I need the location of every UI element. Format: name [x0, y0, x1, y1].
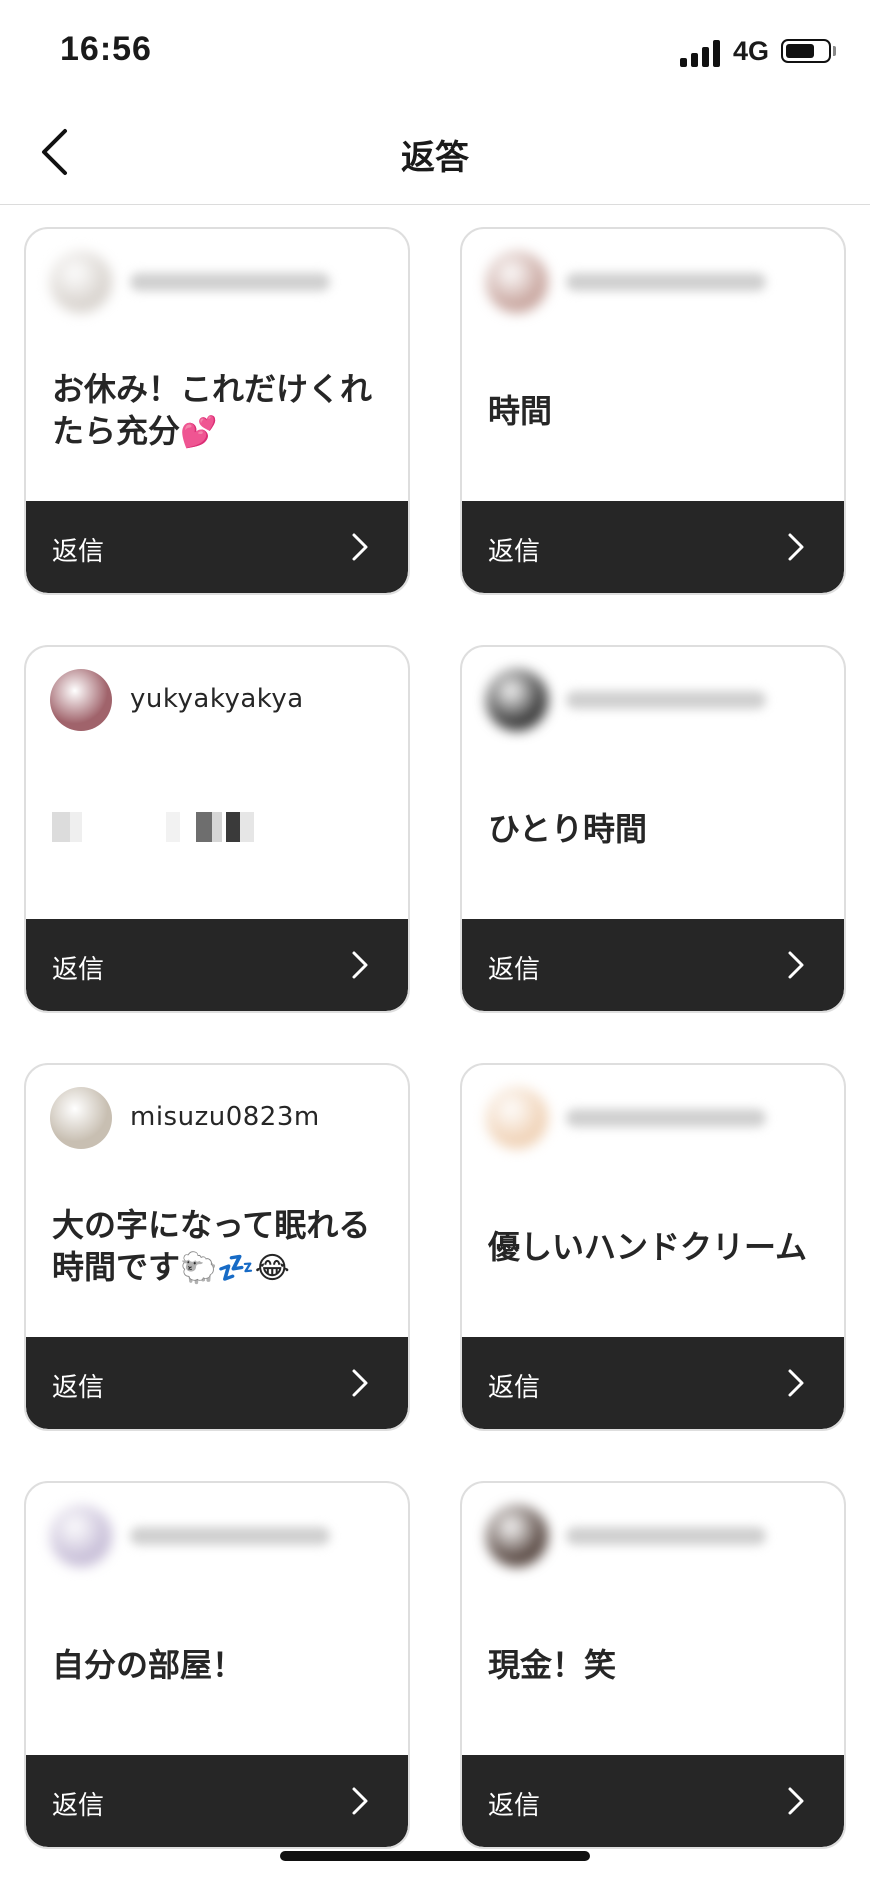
username-redacted — [566, 273, 766, 291]
answer-text: 大の字になって眠れる時間です🐑💤😂 — [52, 1204, 386, 1290]
reply-label: 返信 — [488, 1373, 541, 1403]
navigation-bar: 返答 — [0, 100, 870, 205]
answer-card[interactable]: ひとり時間 返信 — [460, 645, 846, 1013]
reply-label: 返信 — [52, 1791, 105, 1821]
answer-text: 自分の部屋！ — [52, 1644, 244, 1686]
card-header — [50, 251, 388, 315]
chevron-right-icon — [352, 1369, 368, 1397]
reply-button[interactable]: 返信 — [26, 1337, 408, 1429]
answer-text: 時間 — [488, 390, 552, 432]
reply-button[interactable]: 返信 — [462, 1337, 844, 1429]
card-header — [486, 669, 824, 733]
chevron-right-icon — [352, 951, 368, 979]
reply-label: 返信 — [52, 1373, 105, 1403]
answer-text: 優しいハンドクリーム — [488, 1226, 807, 1268]
answer-body: 優しいハンドクリーム — [488, 1157, 822, 1337]
avatar[interactable] — [50, 1087, 112, 1149]
cellular-signal-icon — [680, 39, 724, 67]
answer-card[interactable]: 自分の部屋！ 返信 — [24, 1481, 410, 1849]
answer-card[interactable]: 現金！笑返信 — [460, 1481, 846, 1849]
answer-body — [52, 739, 386, 919]
reply-button[interactable]: 返信 — [462, 1755, 844, 1847]
avatar[interactable] — [50, 669, 112, 731]
answer-emoji: 💕 — [180, 415, 218, 450]
username-redacted — [130, 1527, 330, 1545]
answer-text-content: ひとり時間 — [488, 810, 648, 848]
answers-grid: お休み！これだけくれたら充分💕 返信 時間 返信 yukyakyakya 返信 ひとり時間返… — [24, 227, 846, 1849]
answer-text: 現金！笑 — [488, 1644, 616, 1686]
answer-body: 時間 — [488, 321, 822, 501]
avatar[interactable] — [486, 251, 548, 313]
page-title: 返答 — [401, 138, 469, 178]
username[interactable]: yukyakyakya — [130, 684, 304, 714]
reply-button[interactable]: 返信 — [26, 501, 408, 593]
answer-body: お休み！これだけくれたら充分💕 — [52, 321, 386, 501]
battery-cap — [833, 46, 836, 56]
username-redacted — [566, 691, 766, 709]
battery-icon — [781, 39, 831, 63]
answer-card[interactable]: 時間 返信 — [460, 227, 846, 595]
reply-button[interactable]: 返信 — [26, 1755, 408, 1847]
chevron-right-icon — [788, 951, 804, 979]
chevron-right-icon — [788, 533, 804, 561]
mosaic-block — [166, 812, 180, 842]
mosaic-block — [52, 812, 70, 842]
mosaic-block — [212, 812, 222, 842]
card-header — [486, 1505, 824, 1569]
answer-body: ひとり時間 — [488, 739, 822, 919]
reply-button[interactable]: 返信 — [462, 919, 844, 1011]
reply-button[interactable]: 返信 — [26, 919, 408, 1011]
answer-card[interactable]: 優しいハンドクリーム返信 — [460, 1063, 846, 1431]
answer-text-content: 現金！笑 — [488, 1646, 617, 1684]
answer-text: お休み！これだけくれたら充分💕 — [52, 368, 386, 454]
username-redacted — [130, 273, 330, 291]
reply-button[interactable]: 返信 — [462, 501, 844, 593]
avatar[interactable] — [50, 251, 112, 313]
reply-label: 返信 — [488, 955, 541, 985]
card-header — [50, 1505, 388, 1569]
status-time: 16:56 — [60, 30, 152, 68]
answer-card[interactable]: yukyakyakya 返信 — [24, 645, 410, 1013]
mosaic-block — [226, 812, 240, 842]
username-redacted — [566, 1527, 766, 1545]
reply-label: 返信 — [488, 1791, 541, 1821]
answer-card[interactable]: お休み！これだけくれたら充分💕 返信 — [24, 227, 410, 595]
avatar[interactable] — [50, 1505, 112, 1567]
answer-body: 現金！笑 — [488, 1575, 822, 1755]
answer-text-content: 優しいハンドクリーム — [488, 1228, 808, 1266]
answer-text: ひとり時間 — [488, 808, 647, 850]
answer-card[interactable]: misuzu0823m 大の字になって眠れる時間です🐑💤😂 返信 — [24, 1063, 410, 1431]
chevron-right-icon — [352, 533, 368, 561]
reply-label: 返信 — [52, 537, 105, 567]
mosaic-block — [196, 812, 212, 842]
card-header — [486, 1087, 824, 1151]
username-redacted — [566, 1109, 766, 1127]
chevron-right-icon — [352, 1787, 368, 1815]
chevron-right-icon — [788, 1369, 804, 1397]
avatar[interactable] — [486, 669, 548, 731]
mosaic-block — [240, 812, 254, 842]
reply-label: 返信 — [488, 537, 541, 567]
answer-text-content: 時間 — [488, 392, 553, 430]
username[interactable]: misuzu0823m — [130, 1102, 320, 1132]
mosaic-block — [70, 812, 82, 842]
answer-emoji: 🐑💤😂 — [180, 1251, 290, 1286]
answer-text-content: 自分の部屋！ — [52, 1646, 245, 1684]
chevron-right-icon — [788, 1787, 804, 1815]
redacted-answer — [52, 812, 272, 846]
home-indicator[interactable] — [280, 1851, 590, 1861]
answer-body: 自分の部屋！ — [52, 1575, 386, 1755]
card-header — [486, 251, 824, 315]
answer-body: 大の字になって眠れる時間です🐑💤😂 — [52, 1157, 386, 1337]
card-header: misuzu0823m — [50, 1087, 388, 1151]
avatar[interactable] — [486, 1505, 548, 1567]
reply-label: 返信 — [52, 955, 105, 985]
card-header: yukyakyakya — [50, 669, 388, 733]
avatar[interactable] — [486, 1087, 548, 1149]
network-type: 4G — [733, 36, 770, 66]
status-bar: 16:56 4G — [0, 0, 870, 100]
